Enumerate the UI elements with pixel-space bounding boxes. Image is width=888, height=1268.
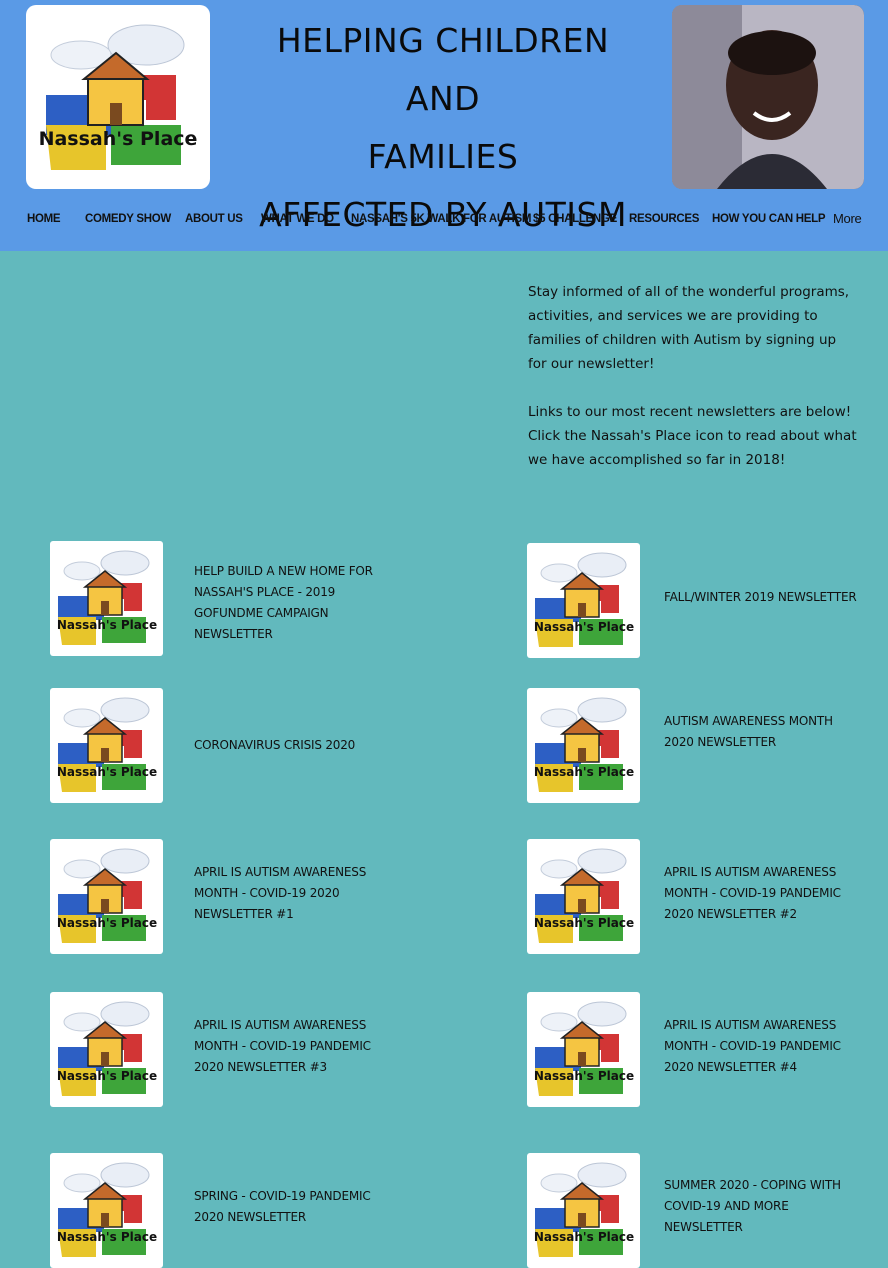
svg-text:Nassah's Place: Nassah's Place xyxy=(57,916,157,930)
newsletter-thumbnail[interactable]: Nassah's Place xyxy=(527,1153,640,1268)
newsletter-thumbnail[interactable]: Nassah's Place xyxy=(527,688,640,803)
title-line-2: FAMILIES xyxy=(367,137,519,176)
intro-paragraph-1: Stay informed of all of the wonderful pr… xyxy=(528,284,850,372)
svg-text:Nassah's Place: Nassah's Place xyxy=(534,1230,634,1244)
portrait-photo xyxy=(672,5,864,189)
newsletter-intro: Stay informed of all of the wonderful pr… xyxy=(528,280,858,472)
logo-text: Nassah's Place xyxy=(39,128,198,150)
site-logo[interactable]: Nassah's Place xyxy=(26,5,210,189)
newsletter-thumbnail[interactable]: Nassah's Place xyxy=(527,839,640,954)
svg-text:Nassah's Place: Nassah's Place xyxy=(534,620,634,634)
intro-paragraph-2: Links to our most recent newsletters are… xyxy=(528,404,857,468)
svg-text:Nassah's Place: Nassah's Place xyxy=(534,916,634,930)
newsletter-link[interactable]: SPRING - COVID-19 PANDEMIC 2020 NEWSLETT… xyxy=(194,1186,379,1228)
nav-what-we-do[interactable]: WHAT WE DO xyxy=(261,206,334,232)
site-header: Nassah's Place HELPING CHILDREN AND FAMI… xyxy=(0,0,888,251)
newsletter-link[interactable]: CORONAVIRUS CRISIS 2020 xyxy=(194,735,379,756)
svg-text:Nassah's Place: Nassah's Place xyxy=(57,1069,157,1083)
newsletter-link[interactable]: APRIL IS AUTISM AWARENESS MONTH - COVID-… xyxy=(194,1015,379,1078)
newsletter-thumbnail[interactable]: Nassah's Place xyxy=(50,541,163,656)
newsletter-link[interactable]: FALL/WINTER 2019 NEWSLETTER xyxy=(664,587,864,608)
main-nav: HOME COMEDY SHOW ABOUT US WHAT WE DO NAS… xyxy=(0,206,888,232)
newsletter-link[interactable]: HELP BUILD A NEW HOME FOR NASSAH'S PLACE… xyxy=(194,561,379,645)
newsletter-link[interactable]: APRIL IS AUTISM AWARENESS MONTH - COVID-… xyxy=(194,862,379,925)
newsletter-link[interactable]: APRIL IS AUTISM AWARENESS MONTH - COVID-… xyxy=(664,1015,849,1078)
newsletter-thumbnail[interactable]: Nassah's Place xyxy=(50,992,163,1107)
newsletter-thumbnail[interactable]: Nassah's Place xyxy=(527,543,640,658)
nav-comedy-show[interactable]: COMEDY SHOW xyxy=(85,206,171,232)
svg-text:Nassah's Place: Nassah's Place xyxy=(57,1230,157,1244)
nav-5k-walk[interactable]: NASSAH'S 5K WALK FOR AUTISM xyxy=(351,206,531,232)
title-line-1: HELPING CHILDREN AND xyxy=(276,21,610,118)
newsletter-link[interactable]: AUTISM AWARENESS MONTH 2020 NEWSLETTER xyxy=(664,711,849,753)
nav-about-us[interactable]: ABOUT US xyxy=(185,206,243,232)
newsletter-thumbnail[interactable]: Nassah's Place xyxy=(527,992,640,1107)
newsletter-thumbnail[interactable]: Nassah's Place xyxy=(50,1153,163,1268)
svg-text:Nassah's Place: Nassah's Place xyxy=(534,765,634,779)
nav-how-you-can-help[interactable]: HOW YOU CAN HELP xyxy=(712,206,825,232)
nav-home[interactable]: HOME xyxy=(27,206,61,232)
nav-resources[interactable]: RESOURCES xyxy=(629,206,699,232)
svg-text:Nassah's Place: Nassah's Place xyxy=(57,618,157,632)
newsletter-link[interactable]: APRIL IS AUTISM AWARENESS MONTH - COVID-… xyxy=(664,862,849,925)
nav-more[interactable]: More xyxy=(833,206,862,232)
nav-5-dollar-challenge[interactable]: $5 CHALLENGE xyxy=(533,206,617,232)
newsletter-link[interactable]: SUMMER 2020 - COPING WITH COVID-19 AND M… xyxy=(664,1175,849,1238)
svg-text:Nassah's Place: Nassah's Place xyxy=(57,765,157,779)
newsletter-thumbnail[interactable]: Nassah's Place xyxy=(50,688,163,803)
newsletter-thumbnail[interactable]: Nassah's Place xyxy=(50,839,163,954)
svg-text:Nassah's Place: Nassah's Place xyxy=(534,1069,634,1083)
